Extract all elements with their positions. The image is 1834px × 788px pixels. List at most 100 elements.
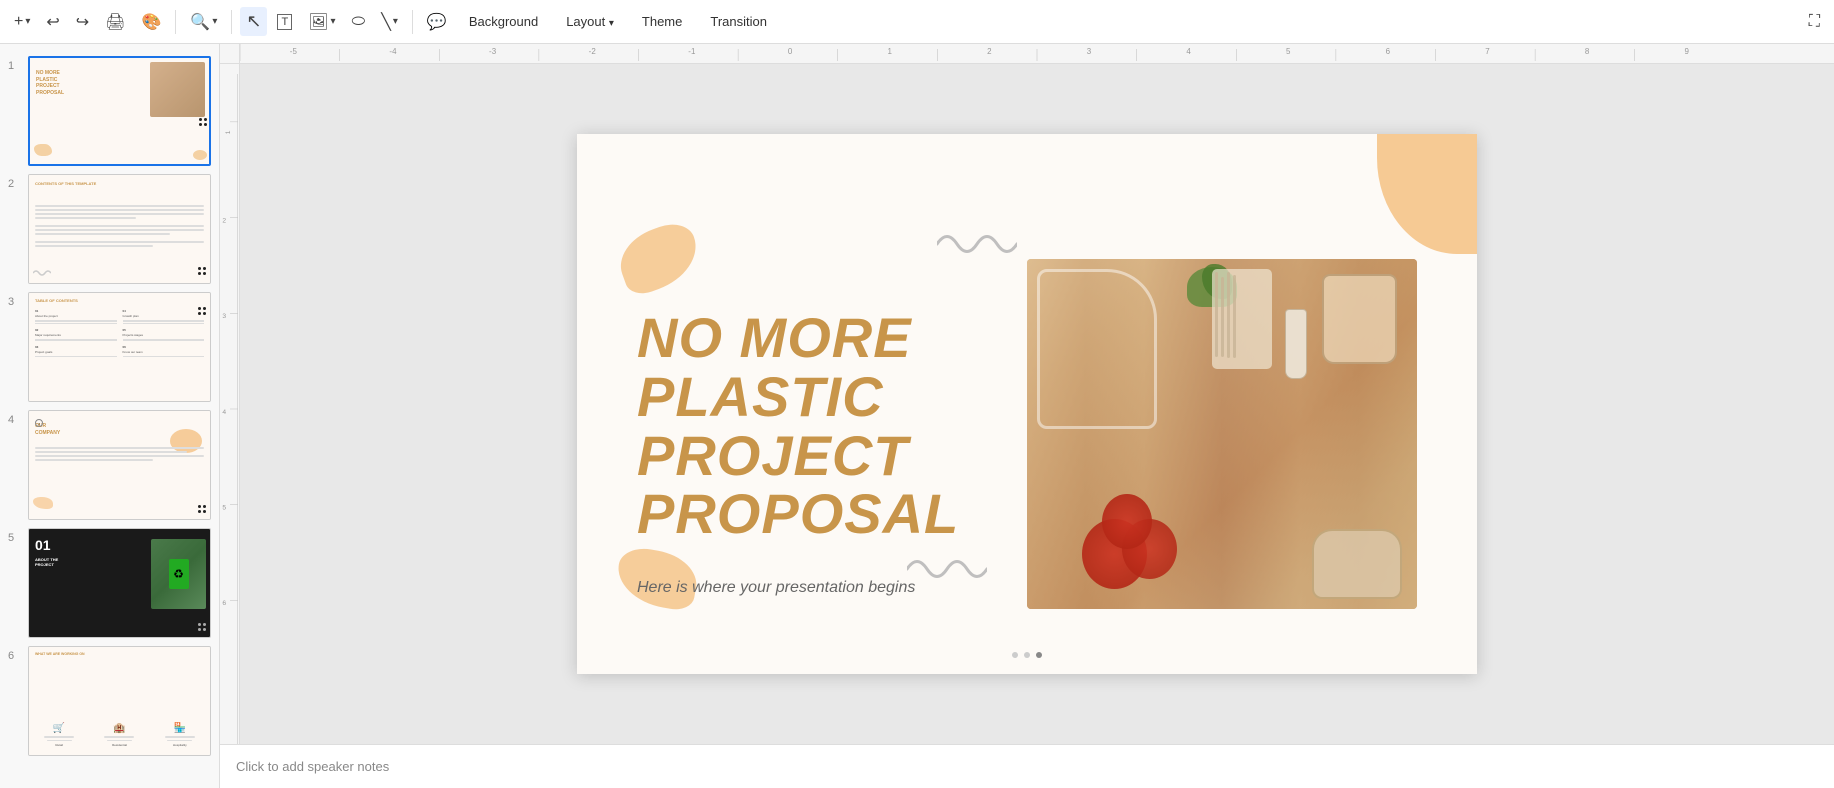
slide-number: 2 [8, 178, 22, 190]
blob-peach-top-left [611, 217, 706, 299]
cursor-button[interactable]: ↖ [240, 7, 267, 36]
slide-thumb-content: NO MOREPLASTICPROJECTPROPOSAL [30, 58, 209, 164]
svg-text:3: 3 [1087, 47, 1092, 56]
thumb-lines [35, 191, 204, 249]
svg-text:-2: -2 [589, 47, 597, 56]
dot-1 [1012, 652, 1018, 658]
slide-title: NO MORE PLASTIC PROJECT PROPOSAL [637, 309, 959, 544]
thumb-dots [198, 267, 206, 275]
thumb-title: NO MOREPLASTICPROJECTPROPOSAL [36, 70, 64, 96]
transition-button[interactable]: Transition [698, 9, 779, 34]
redo-icon: ↪ [76, 12, 89, 32]
slide-thumbnail[interactable]: TABLE OF CONTENTS 01About the project 04… [28, 292, 211, 402]
slide-item[interactable]: 6 WHAT WE ARE WORKING ON 🛒 Retail 🏨 [0, 642, 219, 760]
svg-text:7: 7 [1485, 47, 1490, 56]
slide-item[interactable]: 3 TABLE OF CONTENTS 01About the project … [0, 288, 219, 406]
svg-text:-1: -1 [688, 47, 696, 56]
thumb-dots [198, 505, 206, 513]
slide-dots-indicator [1012, 652, 1042, 658]
thumb-dots [198, 307, 206, 315]
svg-text:1: 1 [225, 130, 232, 134]
svg-text:2: 2 [987, 47, 992, 56]
slide-number: 3 [8, 296, 22, 308]
speaker-notes[interactable]: Click to add speaker notes [220, 744, 1834, 788]
print-button[interactable]: 🖨 [99, 8, 131, 36]
thumb-blob [33, 497, 53, 509]
main-area: 1 NO MOREPLASTICPROJECTPROPOSAL [0, 44, 1834, 788]
maximize-button[interactable]: ⛶ [1803, 9, 1826, 35]
add-icon: + [14, 13, 23, 31]
layout-label: Layout [566, 14, 605, 29]
speaker-notes-placeholder[interactable]: Click to add speaker notes [236, 759, 389, 774]
svg-text:4: 4 [1186, 47, 1191, 56]
slide-thumb-content: CONTENTS OF THIS TEMPLATE [29, 175, 210, 283]
title-line1: NO MORE [637, 309, 959, 368]
comment-button[interactable]: 💬 [421, 8, 453, 36]
thumb-dots [199, 118, 207, 126]
undo-button[interactable]: ↩ [40, 8, 65, 36]
paint-icon: 🎨 [142, 12, 162, 32]
divider-1 [175, 10, 176, 34]
slide-item[interactable]: 5 01 ABOUT THEPROJECT ♻ [0, 524, 219, 642]
thumb-title: ABOUT THEPROJECT [35, 557, 58, 567]
slide-item[interactable]: 2 CONTENTS OF THIS TEMPLATE [0, 170, 219, 288]
toolbar: + ▾ ↩ ↪ 🖨 🎨 🔍 ▾ ↖ T 🖼 ▾ ⬭ ╲ ▾ 💬 Backgrou… [0, 0, 1834, 44]
comment-icon: 💬 [427, 12, 447, 32]
svg-text:5: 5 [222, 505, 226, 512]
slide-canvas[interactable]: NO MORE PLASTIC PROJECT PROPOSAL Here is… [577, 134, 1477, 674]
add-chevron: ▾ [25, 16, 30, 27]
slide-thumbnail[interactable]: 01 ABOUT THEPROJECT ♻ [28, 528, 211, 638]
text-frame-icon: T [277, 14, 292, 30]
thumb-image [150, 62, 205, 117]
slide-thumbnail[interactable]: WHAT WE ARE WORKING ON 🛒 Retail 🏨 [28, 646, 211, 756]
background-button[interactable]: Background [457, 9, 550, 34]
ruler-left: 1 2 3 4 5 6 [220, 64, 240, 744]
ruler-left-svg: 1 2 3 4 5 6 [220, 74, 240, 744]
thumb-image: ♻ [151, 539, 206, 609]
image-button[interactable]: 🖼 ▾ [302, 8, 341, 36]
image-icon: 🖼 [308, 12, 328, 32]
redo-button[interactable]: ↪ [70, 8, 95, 36]
line-chevron: ▾ [393, 16, 398, 27]
ruler-top: -5 -4 -3 -2 -1 0 1 2 3 [220, 44, 1834, 64]
ruler-marks: -5 -4 -3 -2 -1 0 1 2 3 [240, 44, 1834, 63]
theme-button[interactable]: Theme [630, 9, 694, 34]
thumb-dots [198, 623, 206, 631]
slide-thumbnail[interactable]: NO MOREPLASTICPROJECTPROPOSAL [28, 56, 211, 166]
thumb-title: CONTENTS OF THIS TEMPLATE [35, 181, 96, 186]
slide-thumbnail[interactable]: CONTENTS OF THIS TEMPLATE [28, 174, 211, 284]
shape-button[interactable]: ⬭ [346, 9, 372, 35]
slide-number: 1 [8, 60, 22, 72]
svg-text:4: 4 [222, 409, 226, 416]
thumb-title: TABLE OF CONTENTS [35, 298, 78, 303]
svg-text:6: 6 [222, 600, 226, 607]
line-button[interactable]: ╲ ▾ [375, 8, 404, 36]
slide-number: 5 [8, 532, 22, 544]
slide-content: NO MORE PLASTIC PROJECT PROPOSAL Here is… [577, 134, 1477, 674]
svg-text:1: 1 [888, 47, 893, 56]
paint-button[interactable]: 🎨 [136, 8, 168, 36]
svg-text:-4: -4 [389, 47, 397, 56]
layout-button[interactable]: Layout ▾ [554, 9, 626, 34]
thumb-number: 01 [35, 537, 51, 553]
divider-2 [231, 10, 232, 34]
add-button[interactable]: + ▾ [8, 9, 36, 35]
thumb-grid: 01About the project 04Growth plan 02Majo… [35, 309, 204, 357]
canvas-area[interactable]: 1 2 3 4 5 6 [220, 64, 1834, 744]
slides-panel: 1 NO MOREPLASTICPROJECTPROPOSAL [0, 44, 220, 788]
slide-item[interactable]: 4 OURCOMPANY [0, 406, 219, 524]
title-line3: PROJECT [637, 427, 959, 486]
text-frame-button[interactable]: T [271, 10, 298, 34]
svg-text:-3: -3 [489, 47, 497, 56]
dot-3 [1036, 652, 1042, 658]
title-line2: PLASTIC [637, 368, 959, 427]
zoom-button[interactable]: 🔍 ▾ [184, 8, 223, 36]
svg-text:6: 6 [1386, 47, 1391, 56]
slide-photo [1027, 259, 1417, 609]
thumb-icon: ○ [35, 419, 43, 427]
print-icon: 🖨 [105, 12, 125, 32]
svg-text:2: 2 [222, 217, 226, 224]
slide-item[interactable]: 1 NO MOREPLASTICPROJECTPROPOSAL [0, 52, 219, 170]
line-icon: ╲ [381, 12, 391, 32]
slide-thumbnail[interactable]: OURCOMPANY [28, 410, 211, 520]
